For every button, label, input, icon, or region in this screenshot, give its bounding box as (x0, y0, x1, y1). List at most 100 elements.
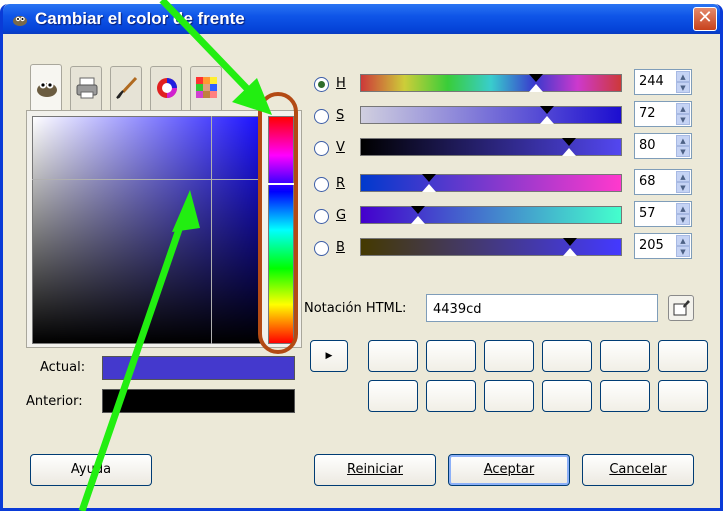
channel-marker-s[interactable] (540, 106, 554, 114)
channel-spinner-s[interactable]: 72 ▲ ▼ (634, 101, 692, 127)
channel-radio-v[interactable] (314, 141, 329, 156)
channel-marker-g-bottom (411, 216, 425, 224)
tab-palette-selector[interactable] (190, 66, 222, 110)
spin-down-icon[interactable]: ▼ (676, 146, 690, 157)
tab-cmyk-selector[interactable] (70, 66, 102, 110)
spin-down-icon[interactable]: ▼ (676, 114, 690, 125)
reset-button-label: Reiniciar (347, 462, 403, 477)
help-button[interactable]: Ayuda (30, 454, 152, 486)
channel-spinner-g[interactable]: 57 ▲ ▼ (634, 201, 692, 227)
channel-marker-b[interactable] (563, 238, 577, 246)
channel-marker-b-bottom (563, 248, 577, 256)
channel-marker-r[interactable] (422, 174, 436, 182)
channel-label-h: H (336, 76, 346, 91)
channel-slider-h[interactable] (360, 74, 622, 92)
history-swatch[interactable] (484, 340, 534, 372)
previous-color-label: Anterior: (26, 394, 83, 409)
history-swatch[interactable] (368, 380, 418, 412)
spin-down-icon[interactable]: ▼ (676, 182, 690, 193)
channel-label-v: V (336, 140, 345, 155)
cancel-button-label: Cancelar (609, 462, 667, 477)
channel-marker-v-bottom (562, 148, 576, 156)
spin-up-icon[interactable]: ▲ (676, 135, 690, 146)
history-swatch[interactable] (426, 340, 476, 372)
annotation-oval (258, 92, 298, 354)
history-swatch[interactable] (658, 380, 708, 412)
previous-color-swatch[interactable] (102, 389, 295, 413)
tab-gimp-selector[interactable] (30, 64, 62, 112)
window-title: Cambiar el color de frente (35, 9, 245, 28)
gimp-app-icon (13, 16, 27, 26)
history-swatch[interactable] (600, 380, 650, 412)
html-notation-input[interactable] (431, 297, 651, 321)
reset-button[interactable]: Reiniciar (314, 454, 436, 486)
accept-button[interactable]: Aceptar (448, 454, 570, 486)
channel-label-s: S (336, 108, 345, 123)
channel-value-h[interactable]: 244 (639, 74, 664, 89)
tab-watercolor-selector[interactable] (110, 66, 142, 110)
channel-radio-s[interactable] (314, 109, 329, 124)
channel-spinner-h[interactable]: 244 ▲ ▼ (634, 69, 692, 95)
spin-up-icon[interactable]: ▲ (676, 71, 690, 82)
channel-value-s[interactable]: 72 (639, 106, 656, 121)
spin-down-icon[interactable]: ▼ (676, 82, 690, 93)
history-swatch[interactable] (600, 340, 650, 372)
saturation-value-area[interactable] (32, 116, 262, 344)
channel-marker-g[interactable] (411, 206, 425, 214)
sv-crosshair-horizontal (32, 179, 262, 180)
html-notation-field[interactable] (426, 294, 658, 322)
channel-slider-r[interactable] (360, 174, 622, 192)
channel-radio-r[interactable] (314, 177, 329, 192)
history-swatch[interactable] (542, 380, 592, 412)
gimp-wilber-icon (37, 81, 57, 97)
history-swatch[interactable] (542, 340, 592, 372)
channel-spinner-r[interactable]: 68 ▲ ▼ (634, 169, 692, 195)
channel-value-g[interactable]: 57 (639, 206, 656, 221)
channel-slider-s[interactable] (360, 106, 622, 124)
channel-radio-h[interactable] (314, 77, 329, 92)
play-icon: ▶ (325, 351, 333, 361)
channel-slider-g[interactable] (360, 206, 622, 224)
spin-up-icon[interactable]: ▲ (676, 103, 690, 114)
tab-wheel-selector[interactable] (150, 66, 182, 110)
channel-label-b: B (336, 240, 345, 255)
spin-up-icon[interactable]: ▲ (676, 171, 690, 182)
channel-value-r[interactable]: 68 (639, 174, 656, 189)
channel-radio-g[interactable] (314, 209, 329, 224)
close-icon: ✕ (697, 7, 713, 28)
channel-slider-b[interactable] (360, 238, 622, 256)
add-to-history-button[interactable]: ▶ (310, 340, 348, 372)
spin-down-icon[interactable]: ▼ (676, 246, 690, 257)
current-color-swatch (102, 356, 295, 380)
channel-radio-b[interactable] (314, 241, 329, 256)
channel-value-b[interactable]: 205 (639, 238, 664, 253)
history-swatch[interactable] (426, 380, 476, 412)
channel-value-v[interactable]: 80 (639, 138, 656, 153)
palette-icon (196, 77, 217, 98)
history-swatch[interactable] (368, 340, 418, 372)
sv-crosshair-vertical (211, 116, 212, 344)
close-button[interactable]: ✕ (693, 7, 717, 31)
cancel-button[interactable]: Cancelar (582, 454, 694, 486)
color-wheel-icon (157, 78, 177, 98)
channel-marker-s-bottom (540, 116, 554, 124)
spin-down-icon[interactable]: ▼ (676, 214, 690, 225)
current-color-label: Actual: (40, 360, 86, 375)
paintbrush-icon (116, 76, 138, 99)
channel-label-r: R (336, 176, 346, 191)
channel-spinner-b[interactable]: 205 ▲ ▼ (634, 233, 692, 259)
color-picker-button[interactable] (668, 295, 694, 321)
accept-button-label: Aceptar (483, 462, 535, 477)
title-bar[interactable]: Cambiar el color de frente ✕ (3, 4, 720, 34)
history-swatch[interactable] (484, 380, 534, 412)
spin-up-icon[interactable]: ▲ (676, 203, 690, 214)
channel-marker-v[interactable] (562, 138, 576, 146)
channel-marker-h[interactable] (529, 74, 543, 82)
history-swatch[interactable] (658, 340, 708, 372)
channel-spinner-v[interactable]: 80 ▲ ▼ (634, 133, 692, 159)
spin-up-icon[interactable]: ▲ (676, 235, 690, 246)
html-notation-label: Notación HTML: (304, 301, 407, 316)
eyedropper-icon (673, 300, 690, 316)
channel-slider-v[interactable] (360, 138, 622, 156)
help-button-label: Ayuda (70, 462, 112, 477)
